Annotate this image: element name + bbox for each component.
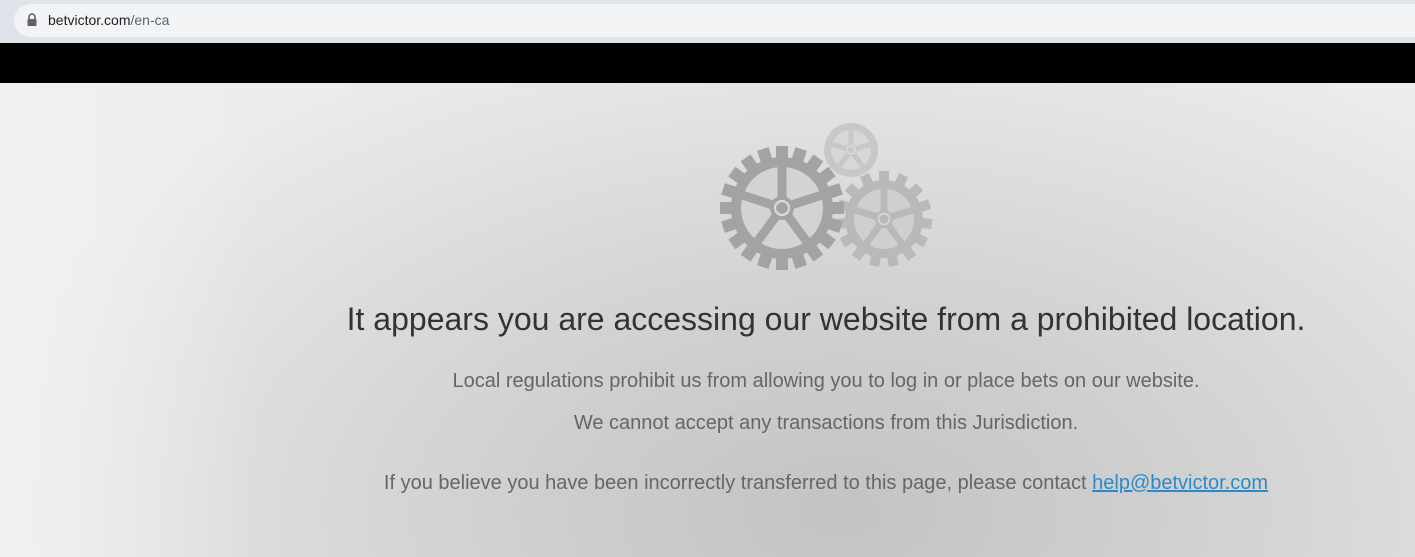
contact-text: If you believe you have been incorrectly…	[383, 472, 1093, 494]
url-path: /en-ca	[130, 12, 170, 28]
url-domain: betvictor.com	[48, 12, 131, 28]
contact-message: If you believe you have been incorrectly…	[237, 472, 1415, 495]
contact-email-link[interactable]: help@betvictor.com	[1092, 472, 1268, 494]
page-headline: It appears you are accessing our website…	[346, 301, 1306, 337]
browser-toolbar: betvictor.com/en-ca	[0, 0, 1415, 43]
lock-icon	[27, 13, 37, 26]
site-header-bar	[0, 43, 1415, 83]
regulation-message: Local regulations prohibit us from allow…	[452, 370, 1200, 392]
url-text[interactable]: betvictor.com/en-ca	[48, 12, 169, 28]
address-bar[interactable]	[14, 4, 1415, 37]
main-content: It appears you are accessing our website…	[0, 83, 1415, 557]
gears-icon	[720, 123, 933, 270]
jurisdiction-message: We cannot accept any transactions from t…	[573, 412, 1079, 434]
